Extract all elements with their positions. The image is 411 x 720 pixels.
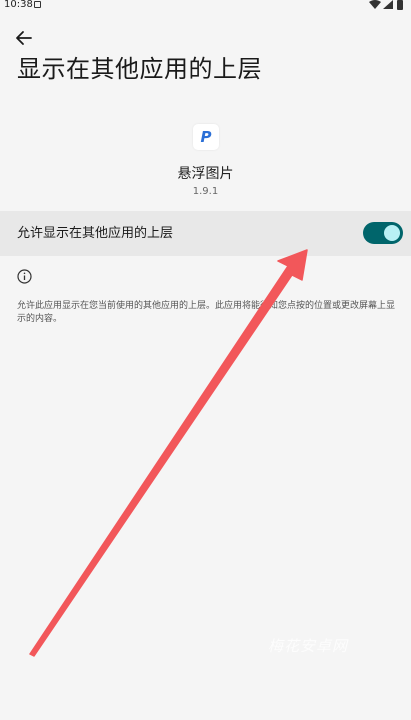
- watermark: 梅花安卓网: [268, 637, 349, 655]
- status-bar: 10:38: [0, 0, 411, 14]
- permission-description: 允许此应用显示在您当前使用的其他应用的上层。此应用将能得知您点按的位置或更改屏幕…: [17, 301, 396, 324]
- info-icon: [17, 269, 32, 284]
- permission-toggle-row[interactable]: 允许显示在其他应用的上层: [0, 211, 411, 256]
- battery-icon: [397, 0, 403, 10]
- page-title: 显示在其他应用的上层: [17, 55, 262, 83]
- annotation-arrow: [29, 249, 308, 657]
- status-time: 10:38: [4, 0, 33, 10]
- notification-icon: [34, 1, 41, 8]
- app-version: 1.9.1: [192, 186, 219, 197]
- app-logo-letter: P: [200, 128, 212, 146]
- app-logo-icon: P: [193, 124, 219, 150]
- app-name: 悬浮图片: [177, 166, 234, 182]
- back-arrow-icon[interactable]: [13, 27, 35, 49]
- permission-toggle-switch[interactable]: [363, 222, 403, 244]
- permission-label: 允许显示在其他应用的上层: [17, 226, 174, 241]
- wifi-icon: [369, 0, 381, 9]
- toggle-knob: [384, 225, 400, 241]
- signal-icon: [383, 0, 393, 9]
